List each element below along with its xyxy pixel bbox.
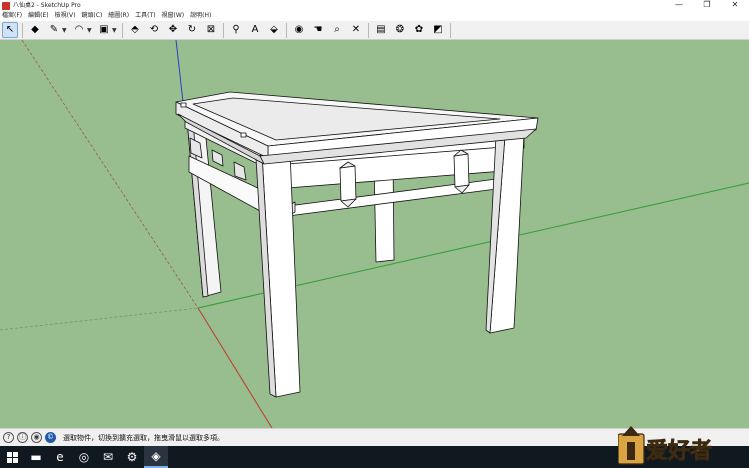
menu-item-3[interactable]: 鏡頭(C) (81, 11, 102, 21)
menu-item-1[interactable]: 編輯(E) (28, 11, 48, 21)
window-title: 八仙桌2 - SketchUp Pro (13, 2, 81, 9)
extension-tool-icon[interactable]: ✿ (411, 22, 427, 38)
menu-item-2[interactable]: 檢視(V) (55, 11, 76, 21)
toolbar-separator (286, 22, 287, 38)
toolbar-separator (122, 22, 123, 38)
window-controls: — ❐ ✕ (665, 0, 749, 11)
chevron-down-icon[interactable]: ▼ (112, 27, 118, 34)
red-axis-line-dashed (21, 40, 199, 309)
extension-warehouse-tool-icon[interactable]: ❂ (392, 22, 408, 38)
green-axis-line-dashed (0, 307, 199, 331)
eraser-tool-icon[interactable]: ◆ (27, 22, 43, 38)
status-message: 選取物件，切換到擴充選取，拖曳滑鼠以選取多項。 (63, 433, 224, 442)
text-tool-icon[interactable]: A (247, 22, 263, 38)
menu-item-0[interactable]: 檔案(F) (2, 11, 22, 21)
rectangle-tool-icon[interactable]: ▣ (96, 22, 112, 38)
toolbar-separator (223, 22, 224, 38)
paint-bucket-tool-icon[interactable]: ⬙ (266, 22, 282, 38)
watermark-text: 爱好者 (646, 438, 712, 464)
watermark-logo: 爱好者 (618, 426, 712, 465)
scale-tool-icon[interactable]: ⊠ (203, 22, 219, 38)
push-pull-tool-icon[interactable]: ⬘ (127, 22, 143, 38)
menu-item-7[interactable]: 說明(H) (190, 11, 211, 21)
edge-icon[interactable]: e (48, 446, 72, 468)
menu-item-4[interactable]: 繪圖(R) (108, 11, 129, 21)
menu-item-5[interactable]: 工具(T) (135, 11, 155, 21)
minimize-button[interactable]: — (665, 0, 693, 11)
chrome-icon[interactable]: ◎ (72, 446, 96, 468)
select-tool-icon[interactable]: ↖ (2, 22, 18, 38)
close-button[interactable]: ✕ (721, 0, 749, 11)
menu-bar: 檔案(F) 編輯(E) 檢視(V) 鏡頭(C) 繪圖(R) 工具(T) 視窗(W) 說明(H) (0, 11, 749, 21)
pencil-line-tool-icon[interactable]: ✎ (46, 22, 62, 38)
help-icon[interactable]: ? (3, 432, 14, 443)
layout-tool-icon[interactable]: ◩ (430, 22, 446, 38)
zoom-extents-tool-icon[interactable]: ✕ (348, 22, 364, 38)
title-bar: 八仙桌2 - SketchUp Pro — ❐ ✕ (0, 0, 749, 11)
sketchup-window: 八仙桌2 - SketchUp Pro — ❐ ✕ 檔案(F) 編輯(E) 檢視(V… (0, 0, 749, 468)
blue-axis-line (175, 40, 184, 103)
maximize-button[interactable]: ❐ (693, 0, 721, 11)
rotate-tool-icon[interactable]: ↻ (184, 22, 200, 38)
windows-logo-icon (6, 451, 18, 463)
drawing-viewport[interactable] (0, 40, 749, 428)
arc-tool-icon[interactable]: ◠ (71, 22, 87, 38)
sketchup-icon[interactable]: ◈ (144, 446, 168, 468)
offset-tool-icon[interactable]: ⟲ (146, 22, 162, 38)
file-explorer-icon[interactable]: ▬ (24, 446, 48, 468)
user-icon[interactable]: ◉ (31, 432, 42, 443)
outlook-icon[interactable]: ✉ (96, 446, 120, 468)
sketchup-logo-icon (2, 1, 10, 10)
start-button[interactable] (0, 446, 24, 468)
menu-item-6[interactable]: 視窗(W) (162, 11, 185, 21)
chevron-down-icon[interactable]: ▼ (87, 27, 93, 34)
warehouse-tool-icon[interactable]: ▤ (373, 22, 389, 38)
instructor-icon[interactable]: © (45, 432, 56, 443)
toolbar-separator (368, 22, 369, 38)
model-canvas[interactable] (0, 40, 749, 428)
info-icon[interactable]: ⓘ (17, 432, 28, 443)
settings-icon[interactable]: ⚙ (120, 446, 144, 468)
square-table-model (175, 91, 539, 398)
tape-measure-tool-icon[interactable]: ⚲ (228, 22, 244, 38)
toolbar-separator (22, 22, 23, 38)
pan-tool-icon[interactable]: ☚ (310, 22, 326, 38)
orbit-tool-icon[interactable]: ◉ (291, 22, 307, 38)
move-tool-icon[interactable]: ✥ (165, 22, 181, 38)
chevron-down-icon[interactable]: ▼ (62, 27, 68, 34)
toolbar-separator (450, 22, 451, 38)
zoom-tool-icon[interactable]: ⌕ (329, 22, 345, 38)
red-axis-line (197, 307, 273, 428)
main-toolbar: ↖ ◆ ✎ ▼ ◠ ▼ ▣ ▼ ⬘ ⟲ ✥ ↻ ⊠ ⚲ A ⬙ ◉ ☚ ⌕ ✕ ▤ ❂ ✿ ◩ (0, 21, 749, 40)
